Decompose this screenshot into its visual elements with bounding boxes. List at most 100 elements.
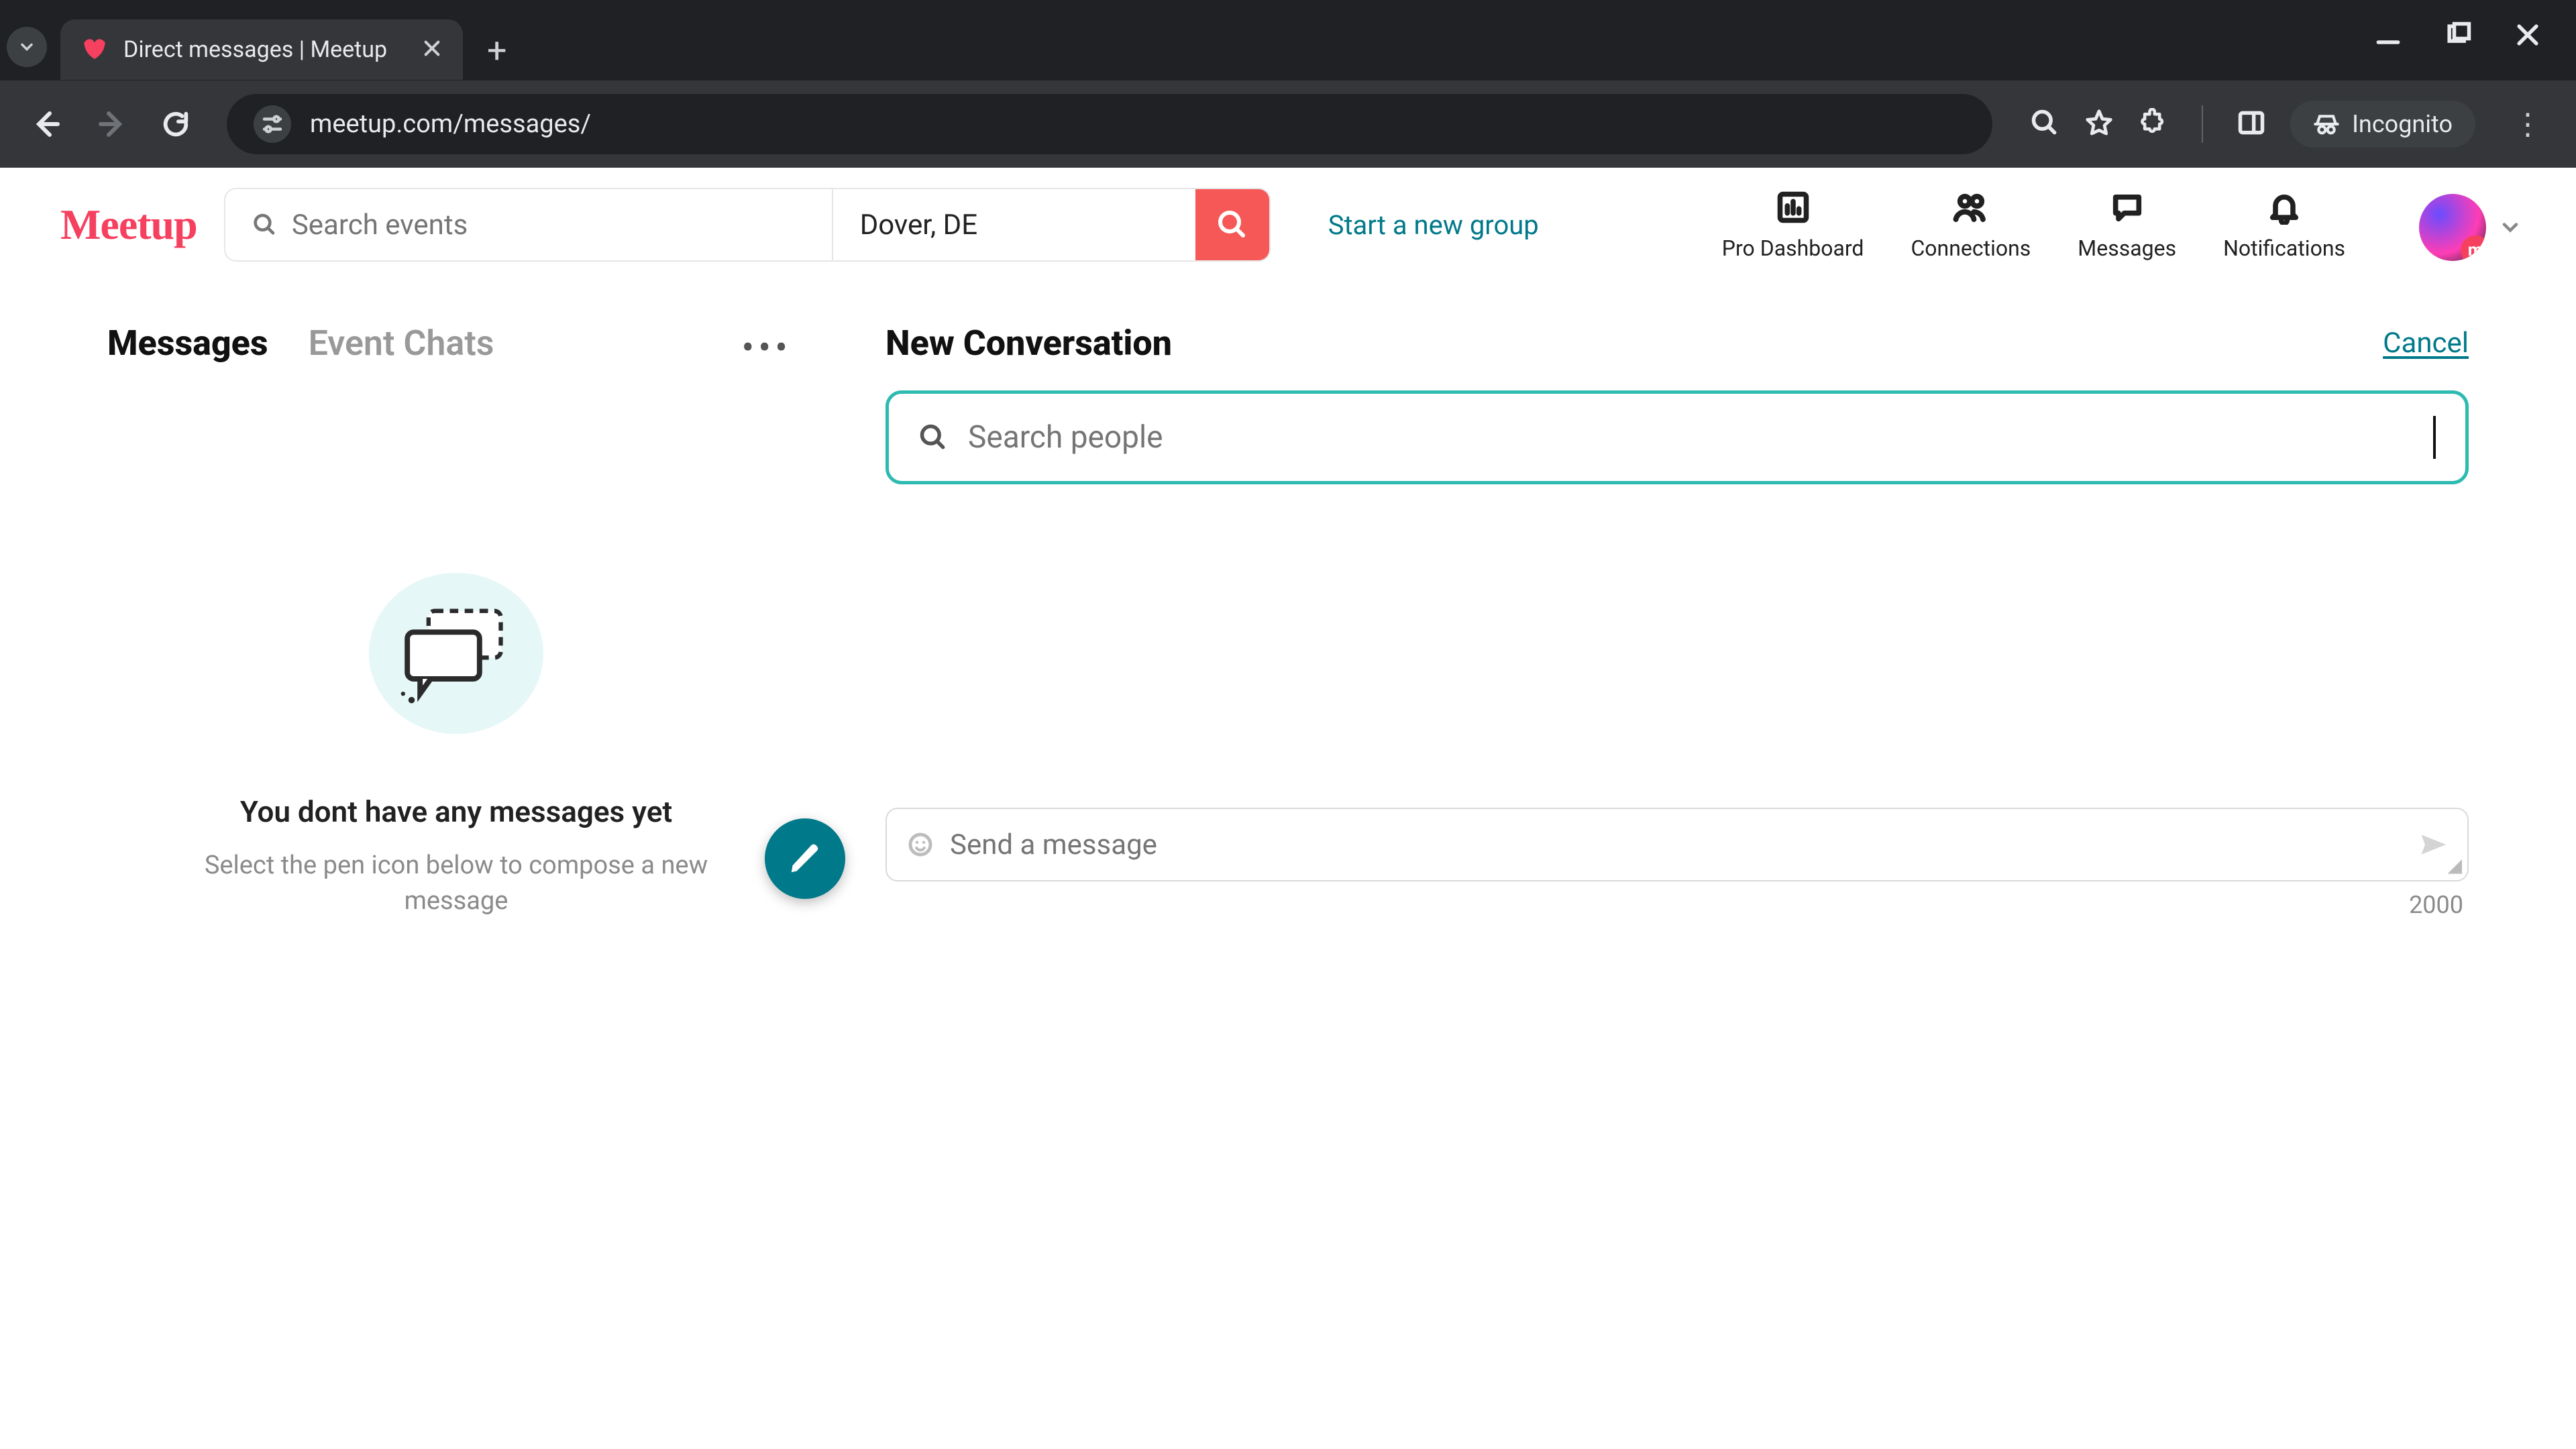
reload-icon	[160, 109, 191, 140]
location-text: Dover, DE	[860, 209, 977, 241]
browser-tab[interactable]: Direct messages | Meetup	[60, 19, 463, 80]
close-icon	[421, 38, 443, 59]
search-icon	[2030, 108, 2059, 138]
cancel-link[interactable]: Cancel	[2383, 327, 2469, 360]
url-text: meetup.com/messages/	[310, 109, 591, 139]
nav-label: Pro Dashboard	[1722, 235, 1864, 261]
nav-label: Connections	[1911, 235, 2031, 261]
minimize-icon	[2373, 20, 2403, 50]
search-events-input[interactable]	[292, 209, 805, 241]
nav-connections[interactable]: Connections	[1911, 189, 2031, 261]
incognito-icon	[2313, 111, 2340, 138]
page-content: Meetup Dover, DE Start a new group	[0, 168, 2576, 1449]
tab-event-chats[interactable]: Event Chats	[309, 323, 494, 372]
close-icon	[2513, 20, 2542, 50]
search-icon	[918, 423, 948, 452]
location-segment[interactable]: Dover, DE	[833, 189, 1195, 260]
star-icon	[2084, 107, 2114, 138]
close-tab-button[interactable]	[421, 34, 443, 66]
tab-search-button[interactable]	[7, 27, 47, 67]
puzzle-icon	[2139, 108, 2168, 138]
tab-messages[interactable]: Messages	[107, 323, 268, 372]
text-cursor-icon	[2433, 416, 2436, 459]
sidebar-tabs: Messages Event Chats •••	[107, 323, 805, 372]
search-people-field[interactable]	[885, 390, 2469, 484]
panel-icon	[2237, 108, 2266, 138]
side-panel-button[interactable]	[2237, 108, 2266, 140]
message-input[interactable]	[950, 828, 2402, 861]
conversation-header: New Conversation Cancel	[885, 323, 2469, 364]
tune-icon	[260, 112, 284, 136]
empty-subtitle: Select the pen icon below to compose a n…	[201, 848, 711, 919]
tab-strip: Direct messages | Meetup +	[0, 0, 2373, 80]
bell-icon	[2265, 189, 2303, 226]
close-window-button[interactable]	[2513, 20, 2542, 50]
new-tab-button[interactable]: +	[487, 30, 507, 71]
send-icon[interactable]	[2418, 830, 2447, 859]
message-icon	[2108, 189, 2146, 226]
conversation-panel: New Conversation Cancel ◢	[885, 323, 2469, 919]
nav-label: Messages	[2078, 235, 2176, 261]
maximize-icon	[2443, 20, 2473, 50]
search-submit-button[interactable]	[1195, 189, 1269, 260]
nav-pro-dashboard[interactable]: Pro Dashboard	[1722, 189, 1864, 261]
browser-menu-button[interactable]: ⋮	[2500, 107, 2556, 142]
chevron-down-icon	[2498, 215, 2522, 239]
people-icon	[1952, 189, 1990, 226]
incognito-indicator[interactable]: Incognito	[2290, 101, 2475, 148]
address-bar[interactable]: meetup.com/messages/	[227, 94, 1992, 154]
chat-bubbles-icon	[392, 596, 520, 710]
search-events-segment[interactable]	[225, 189, 833, 260]
empty-title: You dont have any messages yet	[240, 794, 672, 829]
resize-handle-icon[interactable]: ◢	[2447, 854, 2462, 876]
reload-button[interactable]	[149, 97, 203, 151]
maximize-button[interactable]	[2443, 20, 2473, 50]
extensions-button[interactable]	[2139, 108, 2168, 140]
profile-menu[interactable]: m	[2419, 194, 2522, 261]
header-nav: Pro Dashboard Connections Messages Notif…	[1722, 189, 2522, 261]
titlebar: Direct messages | Meetup +	[0, 0, 2576, 80]
chevron-down-icon	[17, 38, 36, 56]
search-icon	[1216, 209, 1248, 241]
nav-messages[interactable]: Messages	[2078, 189, 2176, 261]
meetup-badge-icon: m	[2461, 235, 2486, 261]
empty-illustration	[369, 573, 543, 734]
emoji-icon[interactable]	[907, 831, 934, 858]
app-header: Meetup Dover, DE Start a new group	[0, 168, 2576, 282]
message-input-container[interactable]: ◢	[885, 808, 2469, 881]
omnibox-search-button[interactable]	[2030, 108, 2059, 140]
sidebar-more-menu[interactable]: •••	[741, 325, 805, 370]
back-button[interactable]	[20, 97, 74, 151]
nav-label: Notifications	[2223, 235, 2345, 261]
search-people-input[interactable]	[968, 419, 2346, 455]
char-counter: 2000	[885, 891, 2469, 919]
conversation-title: New Conversation	[885, 323, 1172, 364]
arrow-left-icon	[31, 108, 63, 140]
separator	[2202, 105, 2203, 143]
forward-button[interactable]	[85, 97, 138, 151]
toolbar-icons: Incognito ⋮	[2030, 101, 2556, 148]
tab-title: Direct messages | Meetup	[123, 36, 387, 63]
chart-icon	[1774, 189, 1812, 226]
window-controls	[2373, 0, 2576, 50]
browser-window: Direct messages | Meetup + meetup.com/me…	[0, 0, 2576, 1449]
nav-notifications[interactable]: Notifications	[2223, 189, 2345, 261]
bookmark-button[interactable]	[2084, 107, 2114, 141]
message-composer: ◢ 2000	[885, 808, 2469, 919]
site-info-button[interactable]	[254, 105, 291, 143]
favicon-icon	[80, 36, 109, 64]
global-search: Dover, DE	[224, 188, 1271, 262]
start-group-link[interactable]: Start a new group	[1328, 209, 1539, 241]
search-icon	[252, 211, 277, 238]
avatar: m	[2419, 194, 2486, 261]
minimize-button[interactable]	[2373, 20, 2403, 50]
meetup-logo[interactable]: Meetup	[60, 200, 197, 250]
main: Messages Event Chats •••	[0, 282, 2576, 946]
pencil-icon	[787, 841, 823, 877]
messages-sidebar: Messages Event Chats •••	[107, 323, 885, 919]
arrow-right-icon	[95, 108, 127, 140]
compose-button[interactable]	[765, 818, 845, 899]
browser-toolbar: meetup.com/messages/ Incognito ⋮	[0, 80, 2576, 168]
incognito-label: Incognito	[2352, 110, 2453, 138]
empty-state: You dont have any messages yet Select th…	[107, 573, 805, 919]
